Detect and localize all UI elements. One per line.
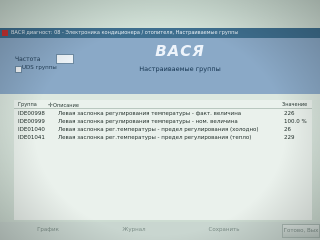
- frequency-input[interactable]: [56, 54, 74, 64]
- app-icon: [2, 30, 8, 36]
- window-title: ВАСЯ диагност: 08 - Электроника кондицио…: [11, 30, 239, 36]
- header-divider: [14, 108, 312, 109]
- save-button[interactable]: Сохранить: [196, 224, 252, 236]
- row-value: 26: [284, 127, 291, 133]
- row-group: IDE00998: [18, 111, 45, 117]
- table-row[interactable]: IDE01040 Левая заслонка рег.температуры …: [14, 127, 312, 135]
- row-group: IDE01041: [18, 135, 45, 141]
- log-button[interactable]: Журнал: [112, 224, 156, 236]
- row-description: Левая заслонка регулирования температуры…: [58, 119, 238, 125]
- row-group: IDE00999: [18, 119, 45, 125]
- row-value: 229: [284, 135, 295, 141]
- screen: ВАСЯ диагност: 08 - Электроника кондицио…: [0, 0, 320, 240]
- window-titlebar: ВАСЯ диагност: 08 - Электроника кондицио…: [0, 28, 320, 38]
- ready-exit-button[interactable]: Готово, Вых: [282, 224, 320, 238]
- brand-logo: ВАСЯ: [155, 42, 205, 60]
- row-description: Левая заслонка регулирования температуры…: [58, 111, 242, 117]
- page-title: Настраиваемые группы: [139, 65, 221, 73]
- table-row[interactable]: IDE00999 Левая заслонка регулирования те…: [14, 119, 312, 127]
- graph-button[interactable]: График: [28, 224, 68, 236]
- uds-groups-label: UDS группы: [22, 65, 57, 71]
- table-row[interactable]: IDE00998 Левая заслонка регулирования те…: [14, 111, 312, 119]
- table-row[interactable]: IDE01041 Левая заслонка рег.температуры …: [14, 135, 312, 143]
- uds-groups-checkbox[interactable]: [15, 66, 22, 73]
- row-value: 100.0 %: [284, 119, 307, 125]
- row-value: 226: [284, 111, 295, 117]
- row-description: Левая заслонка рег.температуры - предел …: [58, 135, 252, 141]
- row-description: Левая заслонка рег.температуры - предел …: [58, 127, 259, 133]
- row-group: IDE01040: [18, 127, 45, 133]
- frequency-label: Частота: [15, 56, 41, 63]
